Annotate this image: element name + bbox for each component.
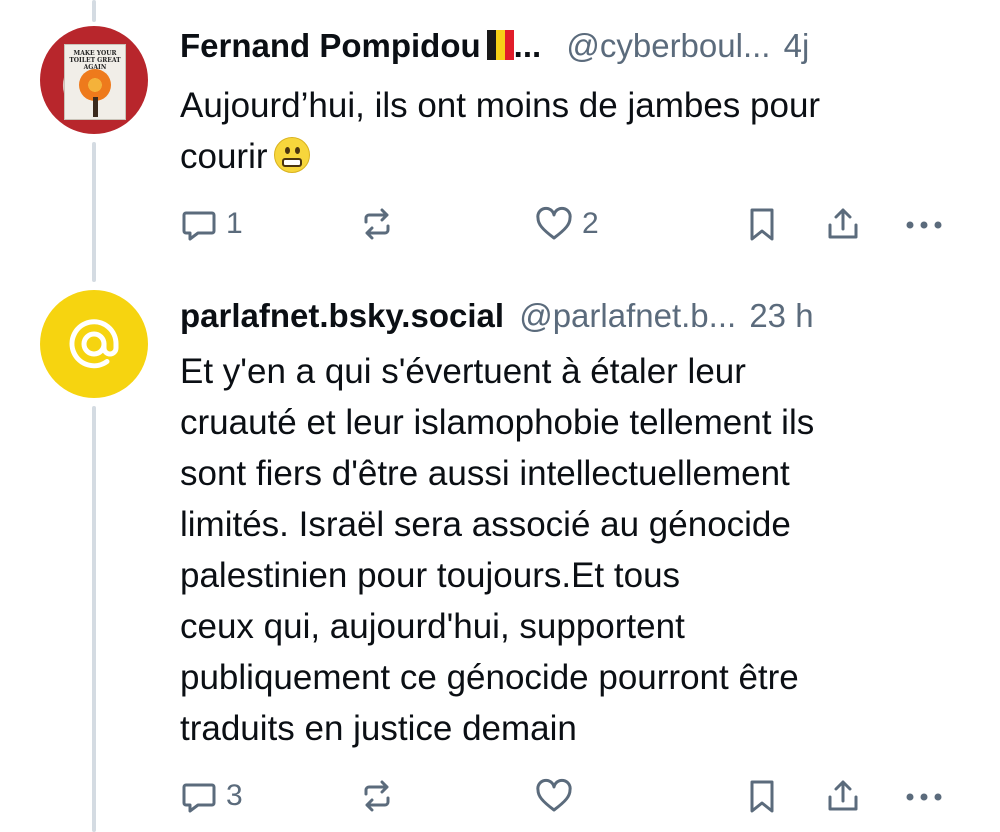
bookmark-icon: [750, 208, 774, 241]
reply-icon: [182, 783, 216, 813]
avatar[interactable]: [40, 290, 148, 398]
avatar-sign: MAKE YOUR TOILET GREAT AGAIN: [64, 44, 126, 120]
handle[interactable]: @cyberboul...: [566, 27, 770, 64]
post-header: parlafnet.bsky.social @parlafnet.b... 23…: [180, 296, 960, 336]
belgian-flag-icon: [486, 29, 514, 60]
bookmark-icon: [750, 780, 774, 813]
more-options-button[interactable]: [902, 202, 946, 246]
share-button[interactable]: [824, 774, 862, 818]
repost-icon: [364, 208, 390, 240]
bookmark-button[interactable]: [744, 202, 780, 246]
more-icon: [906, 221, 942, 229]
reply-icon: [182, 211, 216, 241]
repost-button[interactable]: [358, 774, 396, 818]
share-icon: [828, 780, 858, 811]
more-options-button[interactable]: [902, 774, 946, 818]
avatar[interactable]: MAKE YOUR TOILET GREAT AGAIN: [40, 26, 148, 134]
post-text: Et y'en a qui s'évertuent à étaler leur …: [180, 352, 815, 748]
at-sign-icon: [69, 319, 119, 369]
like-button[interactable]: [534, 774, 574, 818]
like-icon: [536, 778, 572, 812]
timestamp[interactable]: 4j: [784, 27, 810, 64]
post-fernand[interactable]: MAKE YOUR TOILET GREAT AGAIN Fernand Pom…: [0, 0, 1000, 270]
post-parlafnet[interactable]: parlafnet.bsky.social @parlafnet.b... 23…: [0, 270, 1000, 832]
like-button[interactable]: 2: [534, 202, 599, 246]
display-name[interactable]: parlafnet.bsky.social: [180, 297, 504, 334]
post-actions: 1 2: [0, 202, 1000, 246]
repost-icon: [364, 780, 390, 812]
avatar-sign-text: MAKE YOUR TOILET GREAT AGAIN: [69, 50, 121, 71]
more-icon: [906, 793, 942, 801]
reply-button[interactable]: 3: [180, 774, 243, 818]
post-actions: 3: [0, 774, 1000, 818]
reply-count: 1: [226, 207, 243, 240]
repost-button[interactable]: [358, 202, 396, 246]
post-header: Fernand Pompidou... @cyberboul... 4j: [180, 26, 960, 66]
like-count: 2: [582, 207, 599, 240]
like-icon: [536, 206, 572, 240]
display-name[interactable]: Fernand Pompidou: [180, 27, 481, 64]
grimacing-face-icon: [273, 137, 310, 173]
share-button[interactable]: [824, 202, 862, 246]
reply-button[interactable]: 1: [180, 202, 243, 246]
timestamp[interactable]: 23 h: [749, 297, 813, 334]
post-text: Aujourd’hui, ils ont moins de jambes pou…: [180, 80, 960, 182]
name-ellipsis: ...: [513, 27, 542, 64]
reply-count: 3: [226, 779, 243, 812]
bookmark-button[interactable]: [744, 774, 780, 818]
flower-stem: [93, 97, 98, 117]
share-icon: [828, 208, 858, 239]
handle[interactable]: @parlafnet.b...: [519, 297, 736, 334]
